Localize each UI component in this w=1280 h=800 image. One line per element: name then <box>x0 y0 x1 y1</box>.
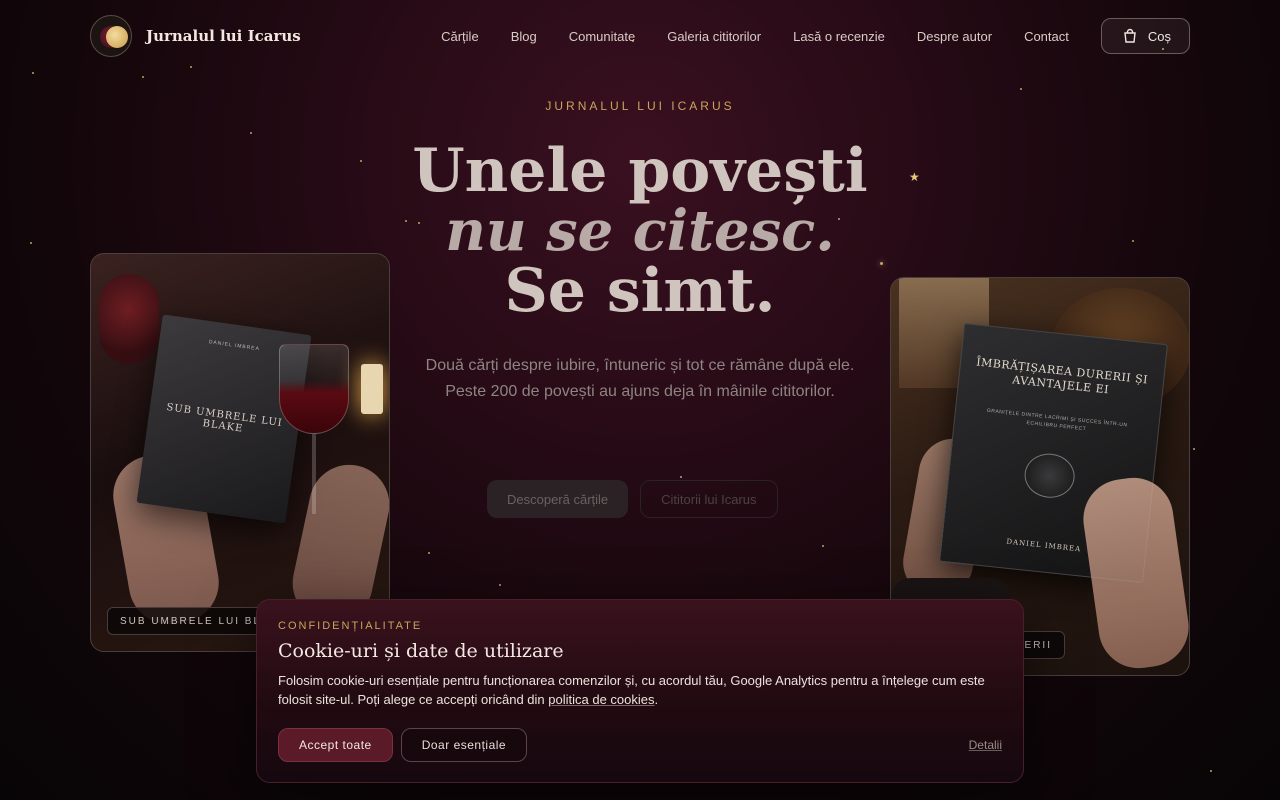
book-cover-subtitle: GRANIȚELE DINTRE LACRIMI ȘI SUCCES ÎNTR-… <box>986 407 1128 433</box>
cookie-body-end: . <box>654 692 659 707</box>
hero-subtitle: Două cărți despre iubire, întuneric și t… <box>425 357 855 400</box>
readers-button[interactable]: Cititorii lui Icarus <box>640 480 778 518</box>
nav-link-leave-review[interactable]: Lasă o recenzie <box>793 29 885 44</box>
headline-line-1: Unele povești <box>412 136 868 206</box>
cookie-actions: Accept toate Doar esențiale Detalii <box>278 728 1002 762</box>
wine-glass-decoration <box>279 344 349 434</box>
cookie-policy-link[interactable]: politica de cookies <box>548 692 654 707</box>
nav-link-books[interactable]: Cărțile <box>441 29 479 44</box>
hand-decoration <box>1078 472 1189 674</box>
hero-cta-group: Descoperă cărțile Cititorii lui Icarus <box>487 480 778 518</box>
wine-glass-stem <box>312 434 316 514</box>
cookie-kicker: CONFIDENȚIALITATE <box>278 620 423 632</box>
candle-decoration <box>361 364 383 414</box>
rose-icon <box>1022 451 1077 501</box>
discover-books-button[interactable]: Descoperă cărțile <box>487 480 629 518</box>
roses-decoration <box>99 274 159 364</box>
cart-button[interactable]: Coș <box>1100 18 1190 54</box>
accept-all-button[interactable]: Accept toate <box>278 728 393 762</box>
nav-link-community[interactable]: Comunitate <box>569 29 635 44</box>
nav-link-reader-gallery[interactable]: Galeria cititorilor <box>667 29 761 44</box>
moon-logo-icon <box>90 15 132 57</box>
book-card-blake[interactable]: DANIEL IMBREA SUB UMBRELE LUI BLAKE SUB … <box>90 253 390 652</box>
nav-link-contact[interactable]: Contact <box>1024 29 1069 44</box>
brand-name: Jurnalul lui Icarus <box>146 27 301 45</box>
book-cover-title: SUB UMBRELE LUI BLAKE <box>165 401 284 435</box>
site-header: Jurnalul lui Icarus Cărțile Blog Comunit… <box>90 14 1190 58</box>
cart-label: Coș <box>1147 28 1171 44</box>
headline-line-2: nu se citesc. <box>445 198 835 264</box>
hero-eyebrow: JURNALUL LUI ICARUS <box>545 99 735 113</box>
cookie-body: Folosim cookie-uri esențiale pentru func… <box>278 671 1008 709</box>
essential-only-button[interactable]: Doar esențiale <box>400 728 528 762</box>
shopping-bag-icon <box>1124 28 1136 43</box>
brand-logo[interactable]: Jurnalul lui Icarus <box>90 15 301 57</box>
nav-link-blog[interactable]: Blog <box>511 29 537 44</box>
main-nav: Cărțile Blog Comunitate Galeria cititori… <box>441 29 1069 44</box>
cookie-details-link[interactable]: Detalii <box>969 738 1002 752</box>
cookie-title: Cookie-uri și date de utilizare <box>278 640 564 662</box>
book-cover-title: ÎMBRĂȚIȘAREA DURERII ȘI AVANTAJELE EI <box>975 355 1149 397</box>
nav-link-about-author[interactable]: Despre autor <box>917 29 992 44</box>
cookie-banner: CONFIDENȚIALITATE Cookie-uri și date de … <box>256 599 1024 783</box>
